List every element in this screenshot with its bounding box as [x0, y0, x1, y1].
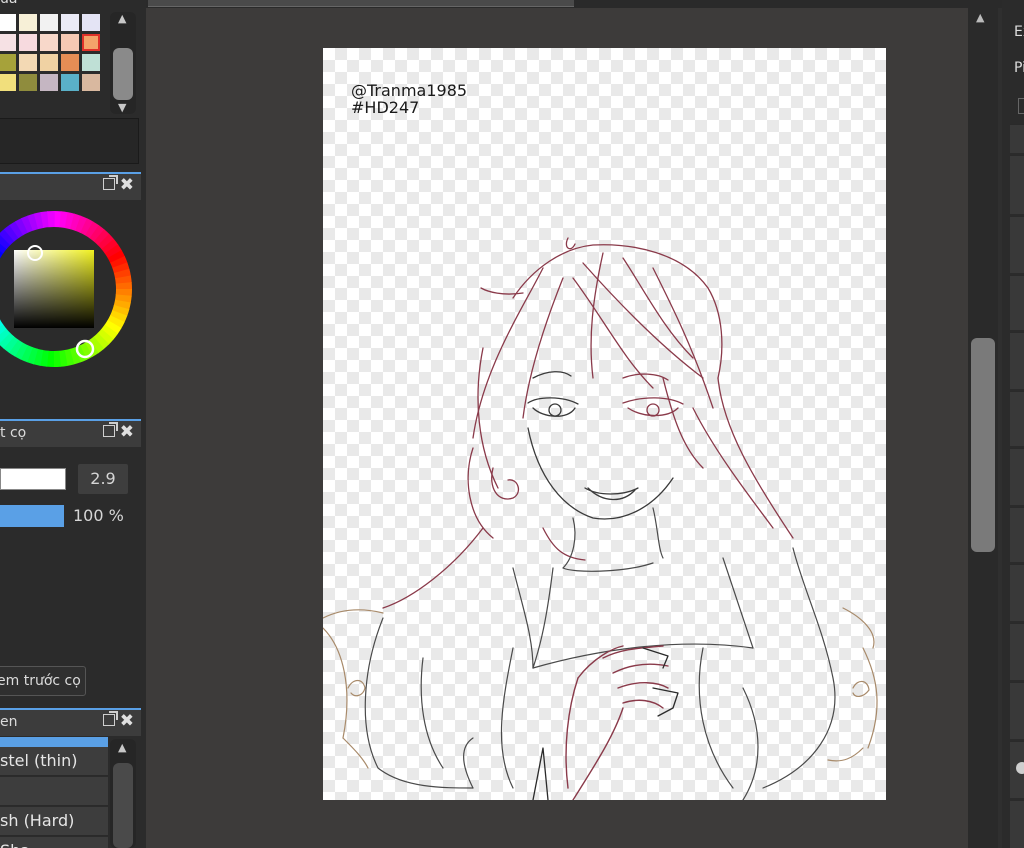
brush-settings-panel: 2.9 100 % em trước cọ: [0, 448, 141, 704]
scroll-up-icon[interactable]: ▲: [118, 742, 126, 753]
brush-list-panel-header: en ✖: [0, 708, 141, 736]
palette-swatch[interactable]: [40, 34, 58, 51]
palette-swatch[interactable]: [40, 74, 58, 91]
slider-knob-icon[interactable]: [1016, 762, 1024, 774]
right-panel-label-2: Pi: [1014, 60, 1024, 76]
scroll-down-icon[interactable]: ▼: [118, 102, 126, 113]
palette-preview-box: [0, 118, 139, 164]
palette-title: ủa: [0, 0, 17, 7]
canvas-scroll-thumb[interactable]: [971, 338, 995, 552]
brush-size-value[interactable]: 2.9: [78, 464, 128, 494]
palette-swatch[interactable]: [0, 34, 16, 51]
close-icon[interactable]: ✖: [120, 175, 134, 195]
close-icon[interactable]: ✖: [120, 422, 134, 442]
layer-row[interactable]: [1010, 332, 1024, 389]
line-art-drawing: [323, 237, 878, 800]
layer-row[interactable]: [1010, 448, 1024, 505]
palette-swatch[interactable]: [19, 54, 37, 71]
left-dock: ủa ▲ ▼ ✖: [0, 0, 146, 848]
palette-scrollbar[interactable]: ▲ ▼: [110, 12, 136, 114]
brush-list-scroll-thumb[interactable]: [113, 763, 133, 848]
brush-preview-button[interactable]: em trước cọ: [0, 666, 86, 696]
palette-swatch[interactable]: [19, 74, 37, 91]
close-icon[interactable]: ✖: [120, 711, 134, 731]
palette-swatch[interactable]: [82, 54, 100, 71]
layer-row[interactable]: [1010, 216, 1024, 273]
palette-scroll-thumb[interactable]: [113, 48, 133, 100]
layer-row[interactable]: [1010, 507, 1024, 562]
palette-swatch[interactable]: [61, 74, 79, 91]
scroll-up-icon[interactable]: ▲: [118, 13, 126, 24]
brush-list-item[interactable]: Sha...: [0, 837, 108, 848]
brush-settings-panel-header: t cọ ✖: [0, 419, 141, 447]
popout-icon[interactable]: [103, 422, 118, 437]
popout-icon[interactable]: [103, 711, 118, 726]
palette-swatch[interactable]: [0, 14, 16, 31]
palette-swatch[interactable]: [61, 54, 79, 71]
palette-swatch[interactable]: [82, 74, 100, 91]
palette-swatch[interactable]: [82, 14, 100, 31]
layer-row[interactable]: [1010, 682, 1024, 739]
document-tab[interactable]: [148, 0, 574, 7]
color-wheel-panel-header: ✖: [0, 172, 141, 200]
palette-swatch[interactable]: [0, 54, 16, 71]
right-panel-label-1: Ex: [1014, 24, 1024, 40]
palette-panel: ủa ▲ ▼: [0, 0, 141, 170]
scroll-up-icon[interactable]: ▲: [976, 12, 984, 23]
brush-opacity-value: 100 %: [73, 506, 124, 525]
brush-settings-title: t cọ: [0, 425, 27, 441]
layer-row[interactable]: [1010, 800, 1024, 848]
drawing-canvas[interactable]: @Tranma1985 #HD247: [323, 48, 886, 800]
brush-list: stel (thin) sh (Hard) Sha... ▲: [0, 737, 141, 848]
palette-swatch[interactable]: [82, 34, 100, 51]
brush-opacity-slider[interactable]: [0, 505, 64, 527]
layer-row[interactable]: [1010, 623, 1024, 680]
brush-list-scrollbar[interactable]: ▲: [110, 739, 136, 848]
popout-icon[interactable]: [103, 175, 118, 190]
palette-swatch[interactable]: [19, 14, 37, 31]
brush-list-item[interactable]: [0, 777, 108, 806]
layer-row[interactable]: [1010, 275, 1024, 330]
palette-swatch[interactable]: [0, 74, 16, 91]
brush-list-item[interactable]: stel (thin): [0, 747, 108, 776]
color-wheel[interactable]: [0, 200, 141, 380]
palette-swatch[interactable]: [61, 14, 79, 31]
color-wheel-panel: [0, 200, 141, 418]
layer-row[interactable]: [1010, 391, 1024, 446]
palette-swatch[interactable]: [19, 34, 37, 51]
brush-size-slider[interactable]: [0, 468, 66, 490]
brush-list-title: en: [0, 714, 18, 730]
palette-swatch[interactable]: [61, 34, 79, 51]
right-dock: Ex Pi: [1002, 0, 1024, 848]
palette-swatch[interactable]: [40, 14, 58, 31]
layer-row[interactable]: [1010, 124, 1024, 153]
layer-row[interactable]: [1010, 155, 1024, 214]
canvas-vertical-scrollbar[interactable]: ▲: [968, 8, 998, 848]
brush-list-item[interactable]: sh (Hard): [0, 807, 108, 836]
layer-row[interactable]: [1010, 564, 1024, 621]
palette-swatch[interactable]: [40, 54, 58, 71]
right-panel-checkbox[interactable]: [1018, 98, 1024, 114]
